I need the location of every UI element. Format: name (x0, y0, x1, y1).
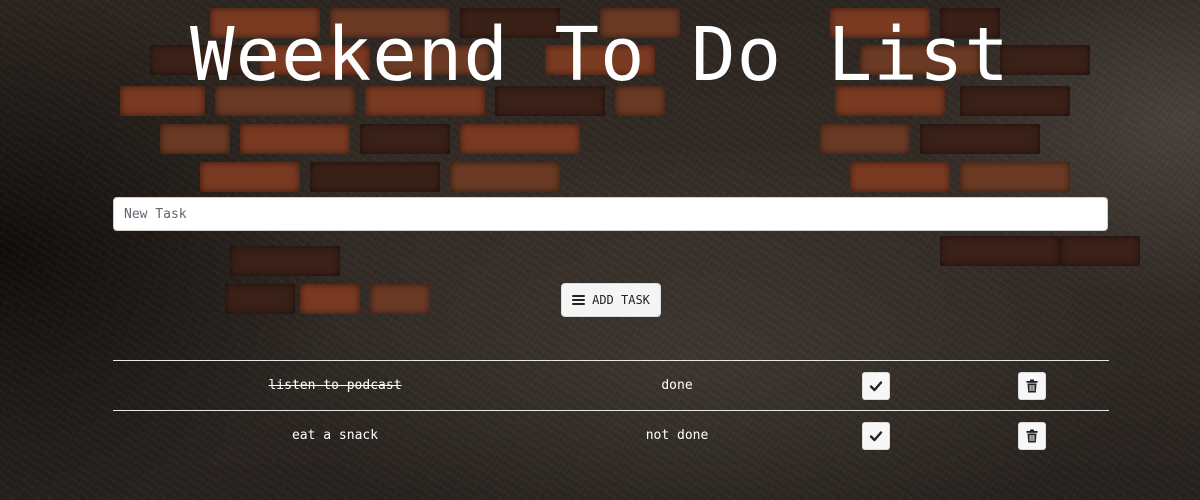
complete-task-button[interactable] (861, 371, 890, 400)
task-status: done (661, 378, 693, 393)
add-task-button[interactable]: ADD TASK (561, 283, 661, 317)
complete-task-button[interactable] (861, 421, 890, 450)
add-task-label: ADD TASK (592, 293, 650, 307)
bars-icon (572, 295, 586, 305)
task-table: listen to podcast done eat a snack not d… (113, 360, 1109, 461)
task-row: eat a snack not done (113, 410, 1109, 461)
trash-icon (1026, 379, 1038, 393)
task-row: listen to podcast done (113, 360, 1109, 411)
check-icon (869, 379, 883, 393)
task-name: listen to podcast (268, 378, 402, 393)
page-title: Weekend To Do List (190, 12, 1010, 98)
new-task-input[interactable] (113, 197, 1108, 231)
task-name: eat a snack (291, 428, 379, 444)
check-icon (869, 429, 883, 443)
trash-icon (1026, 429, 1038, 443)
delete-task-button[interactable] (1017, 371, 1046, 400)
task-status: not done (645, 428, 709, 444)
delete-task-button[interactable] (1017, 421, 1046, 450)
